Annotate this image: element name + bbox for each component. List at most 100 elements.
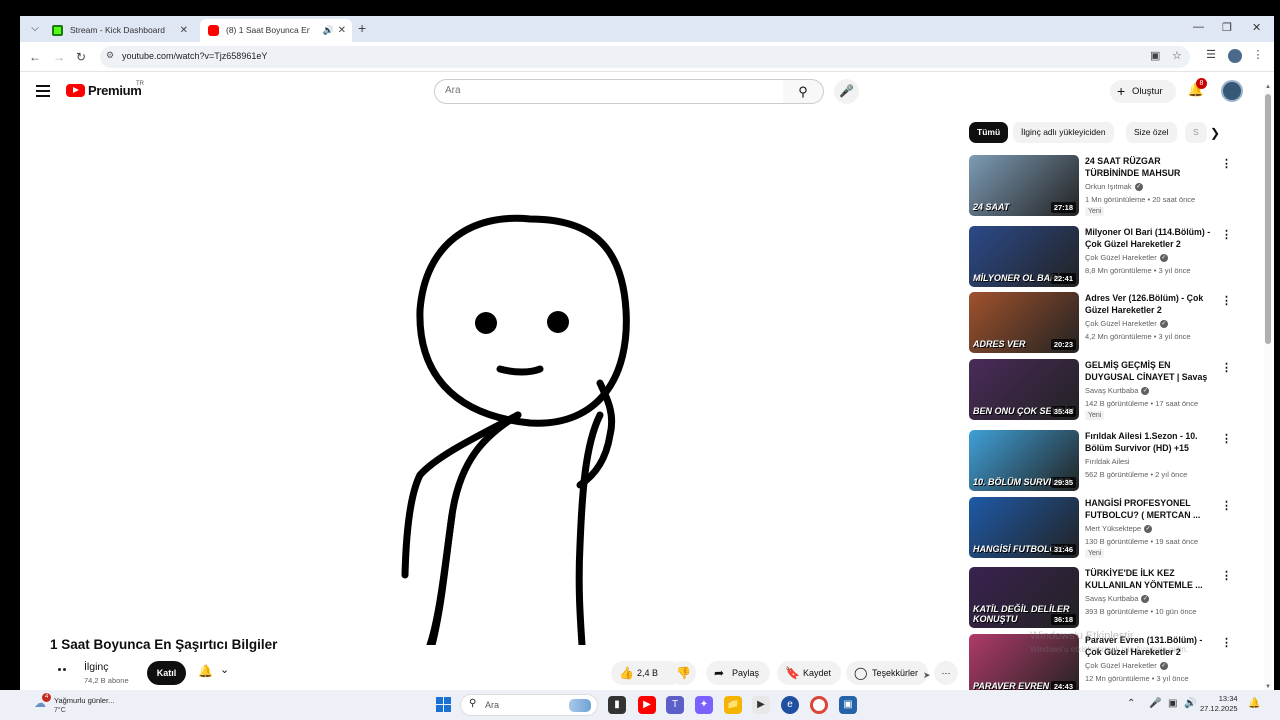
recommendation-title[interactable]: Milyoner Ol Bari (114.Bölüm) - Çok Güzel… [1085, 226, 1213, 250]
subscription-bell-button[interactable]: 🔔 ⌄ [194, 662, 240, 684]
weather-widget[interactable]: ☁ 4 Yağmurlu günler... 7°C [34, 693, 164, 717]
recommendation-channel[interactable]: Savaş Kurtbaba ✓ [1085, 594, 1150, 604]
voice-search-button[interactable]: 🎤 [834, 79, 859, 104]
recommendation-channel[interactable]: Fırıldak Ailesi [1085, 457, 1130, 466]
chip-all[interactable]: Tümü [969, 122, 1009, 143]
channel-avatar[interactable] [50, 659, 74, 683]
copilot-icon[interactable]: ✦ [695, 696, 713, 714]
system-clock[interactable]: 13:34 27.12.2025 [1200, 694, 1238, 714]
more-vertical-icon[interactable]: ⋮ [1221, 569, 1232, 582]
dislike-button[interactable]: 👎 [670, 661, 696, 685]
tab-search-icon[interactable]: ⌵ [26, 20, 44, 38]
recommendation-item[interactable]: KATİL DEĞİL DELİLER KONUŞTU 36:18 TÜRKİYE'… [969, 567, 1239, 629]
video-player[interactable] [40, 115, 959, 649]
browser-profile-avatar[interactable] [1228, 49, 1242, 63]
channel-name[interactable]: İlginç [84, 661, 109, 673]
video-thumbnail[interactable]: 10. BÖLÜM SURVIVOR 29:35 [969, 430, 1079, 491]
network-icon[interactable]: ▣ [1168, 698, 1177, 709]
recommendation-channel[interactable]: Mert Yüksektepe ✓ [1085, 524, 1153, 534]
video-thumbnail[interactable]: 24 SAAT 27:18 [969, 155, 1079, 216]
recommendation-item[interactable]: MİLYONER OL BARİ 22:41 Milyoner Ol Bari (1… [969, 226, 1239, 288]
restore-icon[interactable]: ❐ [1222, 21, 1232, 34]
more-vertical-icon[interactable]: ⋮ [1221, 636, 1232, 649]
taskbar-search[interactable]: ⚲ Ara [460, 694, 598, 716]
chevron-up-icon[interactable]: ⌃ [1127, 698, 1135, 709]
window-close-icon[interactable]: ✕ [1252, 21, 1261, 34]
video-thumbnail[interactable]: MİLYONER OL BARİ 22:41 [969, 226, 1079, 287]
address-bar[interactable]: ⚙ youtube.com/watch?v=Tjz658961eY ▣ ☆ [100, 46, 1190, 68]
recommendation-channel[interactable]: Savaş Kurtbaba ✓ [1085, 386, 1150, 396]
more-vertical-icon[interactable]: ⋮ [1221, 157, 1232, 170]
recommendation-title[interactable]: Fırıldak Ailesi 1.Sezon - 10. Bölüm Surv… [1085, 430, 1213, 454]
site-info-icon[interactable]: ⚙ [106, 50, 118, 62]
video-thumbnail[interactable]: HANGİSİ FUTBOLCU? 31:46 [969, 497, 1079, 558]
bookmark-star-icon[interactable]: ☆ [1172, 49, 1182, 62]
thanks-button[interactable]: ◯ Teşekkürler [846, 661, 928, 685]
create-button[interactable]: + Oluştur [1110, 80, 1176, 103]
video-thumbnail[interactable]: KATİL DEĞİL DELİLER KONUŞTU 36:18 [969, 567, 1079, 628]
menu-icon[interactable] [36, 85, 50, 97]
recommendation-channel[interactable]: Çok Güzel Hareketler ✓ [1085, 319, 1168, 329]
task-view-icon[interactable]: ▮ [608, 696, 626, 714]
volume-icon[interactable]: 🔊 [1184, 698, 1196, 709]
close-icon[interactable]: ✕ [180, 19, 188, 42]
recommendation-item[interactable]: HANGİSİ FUTBOLCU? 31:46 HANGİSİ PROFESYONE… [969, 497, 1239, 559]
more-vertical-icon[interactable]: ⋮ [1221, 294, 1232, 307]
recommendation-title[interactable]: TÜRKİYE'DE İLK KEZ KULLANILAN YÖNTEMLE .… [1085, 567, 1213, 591]
recommendation-channel[interactable]: Orkun Işıtmak ✓ [1085, 182, 1143, 192]
media-player-icon[interactable]: ▶ [752, 696, 770, 714]
notifications-button[interactable]: 🔔 8 [1186, 78, 1207, 102]
save-button[interactable]: 🔖 Kaydet [777, 661, 841, 685]
recommendation-channel[interactable]: Çok Güzel Hareketler ✓ [1085, 661, 1168, 671]
scroll-up-icon[interactable]: ▲ [1264, 84, 1272, 90]
recommendation-title[interactable]: 24 SAAT RÜZGAR TÜRBİNİNDE MAHSUR KALMAK! [1085, 155, 1213, 179]
file-explorer-icon[interactable]: 📁 [724, 696, 742, 714]
notification-center-icon[interactable]: 🔔 [1248, 698, 1260, 709]
tab-kick-dashboard[interactable]: Stream - Kick Dashboard ✕ [44, 19, 194, 42]
chip-for-you[interactable]: Size özel [1126, 122, 1177, 143]
recommendation-item[interactable]: BEN ONU ÇOK SEVDİM 35:48 GELMİŞ GEÇMİŞ EN … [969, 359, 1239, 421]
video-thumbnail[interactable]: BEN ONU ÇOK SEVDİM 35:48 [969, 359, 1079, 420]
browser-menu-icon[interactable]: ⋮ [1250, 48, 1266, 64]
page-scrollbar[interactable]: ▲ ▼ [1264, 84, 1272, 690]
youtube-app-icon[interactable]: ▶ [638, 696, 656, 714]
windows-start-icon[interactable] [436, 697, 452, 713]
chrome-icon[interactable] [810, 696, 828, 714]
more-vertical-icon[interactable]: ⋮ [1221, 228, 1232, 241]
search-input[interactable] [445, 85, 765, 96]
recommendation-title[interactable]: HANGİSİ PROFESYONEL FUTBOLCU? ( MERTCAN … [1085, 497, 1213, 521]
minimize-icon[interactable]: — [1193, 21, 1204, 33]
join-button[interactable]: Katıl [147, 661, 186, 685]
recommendation-item[interactable]: ADRES VER 20:23 Adres Ver (126.Bölüm) - Ço… [969, 292, 1239, 354]
more-actions-button[interactable]: ⋯ [934, 661, 958, 685]
url-text[interactable]: youtube.com/watch?v=Tjz658961eY [122, 51, 267, 61]
search-box[interactable] [434, 79, 784, 104]
install-app-icon[interactable]: ▣ [1150, 49, 1160, 62]
more-vertical-icon[interactable]: ⋮ [1221, 432, 1232, 445]
teams-icon[interactable]: T [666, 696, 684, 714]
share-button[interactable]: ➦ Paylaş [706, 661, 770, 685]
close-icon[interactable]: ✕ [338, 19, 346, 42]
recommendation-title[interactable]: GELMİŞ GEÇMİŞ EN DUYGUSAL CİNAYET | Sava… [1085, 359, 1213, 383]
media-control-icon[interactable]: ☰ [1203, 48, 1219, 64]
chevron-right-icon[interactable]: ❯ [1210, 126, 1220, 140]
store-icon[interactable]: ▣ [839, 696, 857, 714]
recommendation-item[interactable]: 24 SAAT 27:18 24 SAAT RÜZGAR TÜRBİNİNDE MA… [969, 155, 1239, 217]
more-vertical-icon[interactable]: ⋮ [1221, 361, 1232, 374]
account-avatar[interactable] [1221, 80, 1243, 102]
tab-youtube[interactable]: (8) 1 Saat Boyunca En Şaşırt 🔊 ✕ [200, 19, 352, 42]
search-button[interactable]: ⚲ [783, 79, 824, 104]
microphone-icon[interactable]: 🎤 [1149, 698, 1161, 709]
recommendation-channel[interactable]: Çok Güzel Hareketler ✓ [1085, 253, 1168, 263]
chip-more[interactable]: S [1185, 122, 1207, 143]
scrollbar-thumb[interactable] [1265, 94, 1271, 344]
recommendation-item[interactable]: 10. BÖLÜM SURVIVOR 29:35 Fırıldak Ailesi 1… [969, 430, 1239, 492]
video-thumbnail[interactable]: ADRES VER 20:23 [969, 292, 1079, 353]
reload-icon[interactable]: ↻ [72, 48, 90, 66]
chip-from-uploader[interactable]: İlginç adlı yükleyiciden [1013, 122, 1114, 143]
edge-icon[interactable]: e [781, 696, 799, 714]
forward-icon[interactable]: → [50, 48, 68, 66]
new-tab-button[interactable]: + [358, 20, 366, 36]
recommendation-title[interactable]: Adres Ver (126.Bölüm) - Çok Güzel Hareke… [1085, 292, 1213, 316]
more-vertical-icon[interactable]: ⋮ [1221, 499, 1232, 512]
